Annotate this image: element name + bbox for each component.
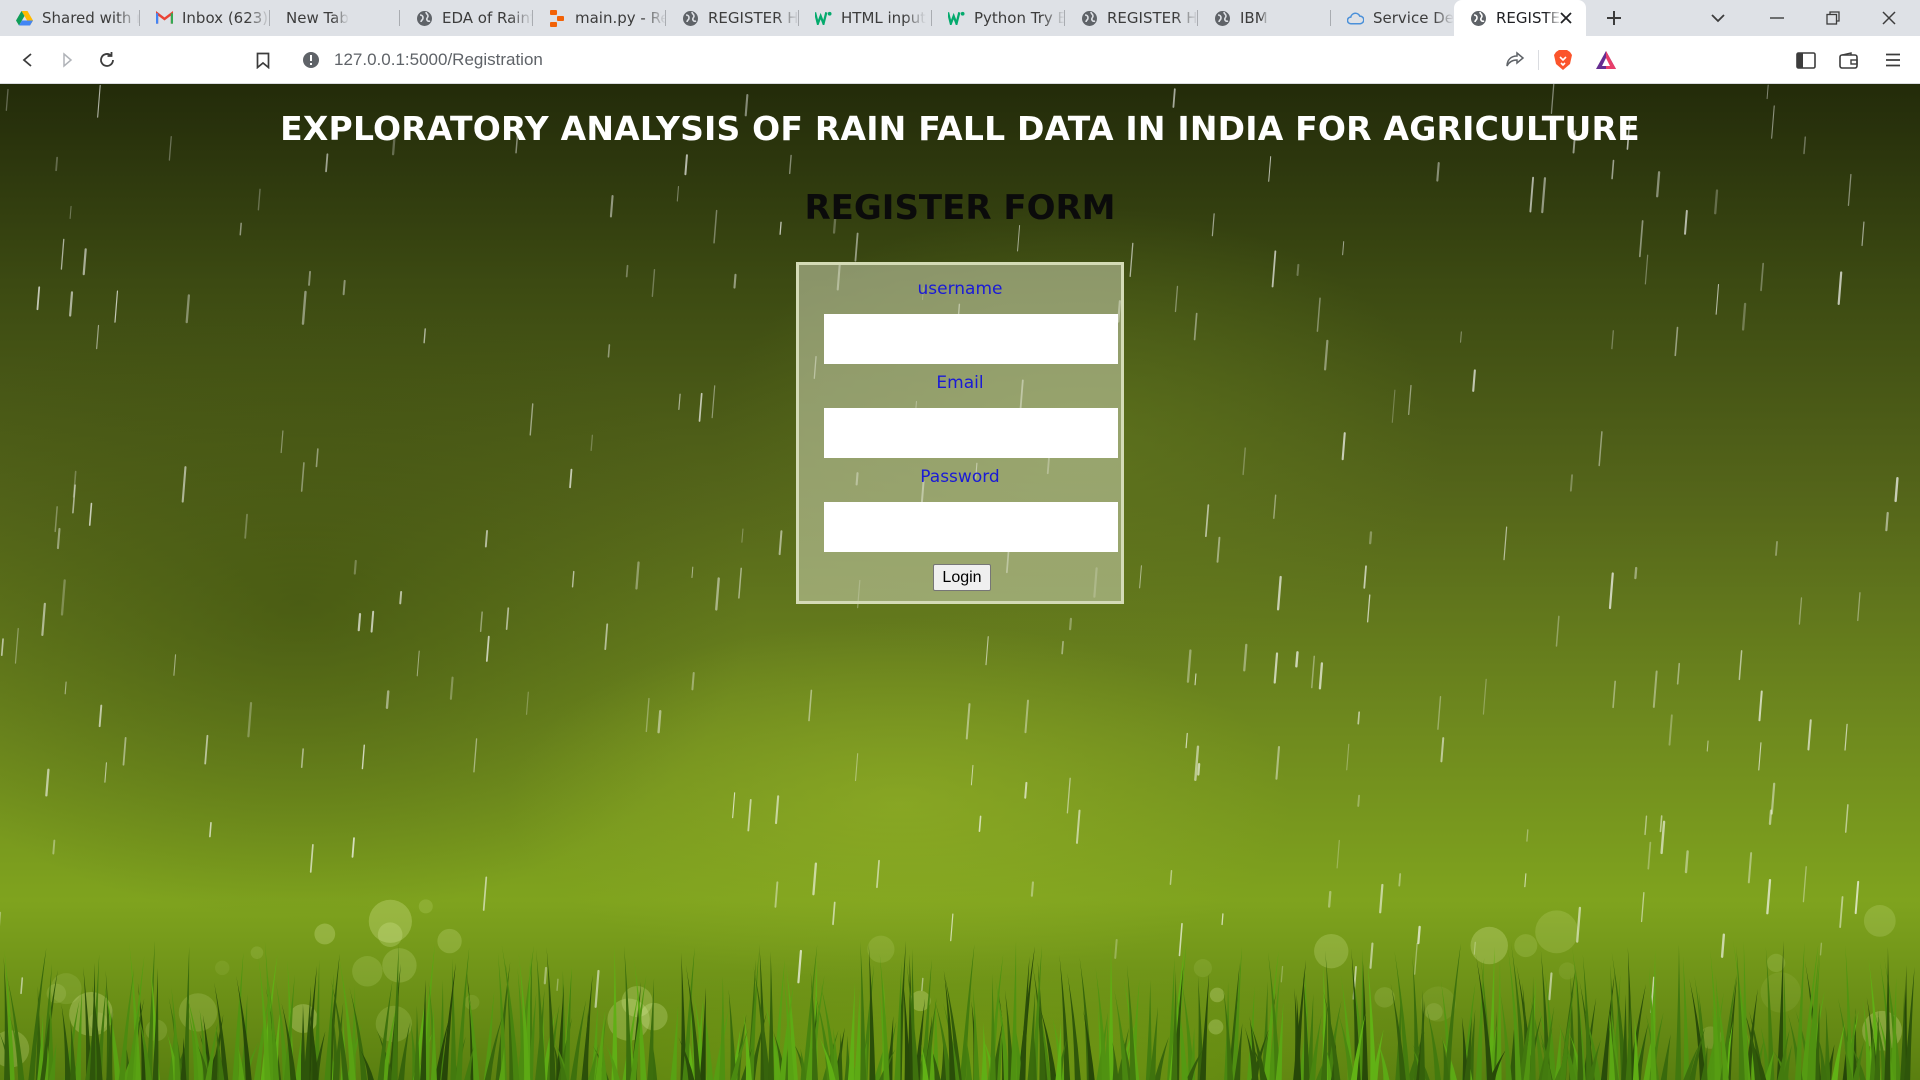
wallet-button[interactable] (1834, 45, 1864, 75)
forward-arrow-icon (63, 52, 73, 68)
tab-service-details[interactable]: Service Details (1331, 0, 1454, 36)
email-label: Email (936, 373, 984, 393)
page-title: EXPLORATORY ANALYSIS OF RAIN FALL DATA I… (280, 109, 1640, 148)
globe-icon (1214, 10, 1231, 27)
globe-icon (1081, 10, 1098, 27)
info-icon (303, 52, 319, 68)
bookmark-icon (256, 52, 270, 69)
chevron-down-icon (1711, 13, 1725, 22)
close-icon (1882, 11, 1896, 25)
close-window-button[interactable] (1864, 0, 1914, 36)
new-tab-button[interactable] (1596, 0, 1632, 36)
tab-title: REGISTER (1496, 9, 1562, 27)
replit-icon (549, 9, 566, 27)
tab-title: Python Try Except (974, 9, 1065, 27)
share-icon (1506, 51, 1525, 67)
hamburger-menu-icon (1886, 53, 1900, 67)
tab-title: main.py - Replit (575, 9, 666, 27)
tab-python-try-except[interactable]: Python Try Except (932, 0, 1065, 36)
globe-icon (1470, 10, 1487, 27)
tab-title: HTML input (841, 9, 927, 27)
tab-new-tab[interactable]: New Tab (270, 0, 400, 36)
tab-title: IBM (1240, 9, 1268, 27)
reload-icon (100, 52, 114, 67)
restore-icon (1826, 11, 1840, 25)
share-button[interactable] (1500, 45, 1530, 75)
password-label: Password (920, 467, 1000, 487)
tab-eda-of-rainfall[interactable]: EDA of Rainfall (400, 0, 533, 36)
register-form: username Email Password Login (796, 262, 1124, 604)
w3schools-icon (948, 10, 965, 27)
toolbar-divider (1538, 50, 1539, 70)
tab-ibm[interactable]: IBM (1198, 0, 1331, 36)
tab-title: REGISTER HERE (1107, 9, 1198, 27)
url-text[interactable]: 127.0.0.1:5000/Registration (334, 50, 543, 70)
w3schools-icon (815, 10, 832, 27)
page-viewport: EXPLORATORY ANALYSIS OF RAIN FALL DATA I… (0, 84, 1920, 1080)
username-label: username (917, 279, 1003, 299)
tab-strip: Shared with me Inbox (623) - New Tab EDA… (0, 0, 1920, 36)
tab-register-active[interactable]: REGISTER (1454, 0, 1586, 36)
sidebar-button[interactable] (1791, 45, 1821, 75)
tab-shared-with-me[interactable]: Shared with me (0, 0, 140, 36)
menu-button[interactable] (1878, 45, 1908, 75)
tab-title: Shared with me (42, 9, 140, 27)
tab-html-input[interactable]: HTML input (799, 0, 932, 36)
globe-icon (416, 10, 433, 27)
triangle-rewards-icon (1596, 51, 1616, 69)
username-input[interactable] (824, 314, 1118, 364)
cloud-icon (1347, 10, 1364, 27)
close-tab-icon[interactable] (1556, 8, 1576, 28)
grass-foreground (0, 940, 1915, 1080)
plus-icon (1607, 11, 1621, 25)
login-button[interactable]: Login (933, 564, 991, 591)
forward-button[interactable] (52, 45, 82, 75)
wallet-icon (1839, 51, 1858, 69)
address-bar[interactable]: 127.0.0.1:5000/Registration (292, 42, 1545, 78)
back-button[interactable] (13, 45, 43, 75)
minimize-icon (1770, 17, 1784, 19)
tab-search-button[interactable] (1700, 0, 1736, 36)
form-title: REGISTER FORM (804, 188, 1116, 228)
brave-shields-button[interactable] (1548, 45, 1578, 75)
brave-lion-icon (1554, 50, 1572, 70)
reload-button[interactable] (92, 45, 122, 75)
brave-rewards-button[interactable] (1591, 45, 1621, 75)
tab-main-py[interactable]: main.py - Replit (533, 0, 666, 36)
browser-toolbar: 127.0.0.1:5000/Registration (0, 36, 1920, 84)
tab-title: EDA of Rainfall (442, 9, 533, 27)
tab-title: REGISTER HERE (708, 9, 799, 27)
globe-icon (682, 10, 699, 27)
tab-title: Inbox (623) - (182, 9, 270, 27)
gmail-icon (156, 10, 173, 27)
tab-title: Service Details (1373, 9, 1454, 27)
tab-inbox[interactable]: Inbox (623) - (140, 0, 270, 36)
tab-register-here-2[interactable]: REGISTER HERE (1065, 0, 1198, 36)
back-arrow-icon (22, 53, 32, 67)
minimize-button[interactable] (1752, 0, 1802, 36)
tab-title: New Tab (286, 9, 349, 27)
restore-button[interactable] (1808, 0, 1858, 36)
sidebar-icon (1796, 51, 1816, 69)
password-input[interactable] (824, 502, 1118, 552)
email-input[interactable] (824, 408, 1118, 458)
google-drive-icon (16, 10, 33, 27)
tab-register-here-1[interactable]: REGISTER HERE (666, 0, 799, 36)
bookmark-button[interactable] (248, 45, 278, 75)
